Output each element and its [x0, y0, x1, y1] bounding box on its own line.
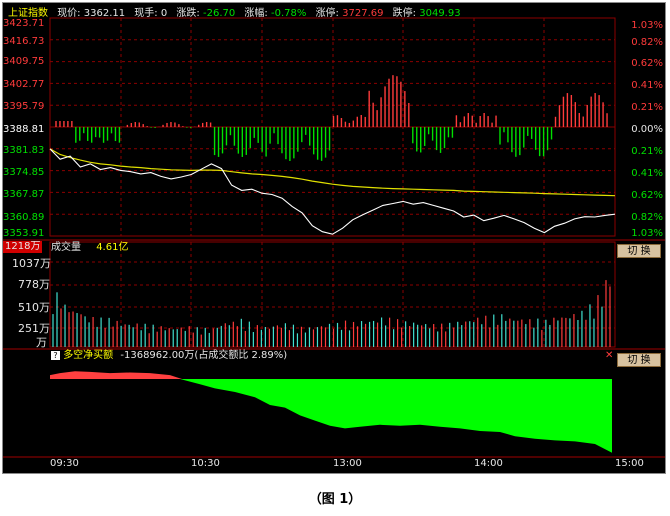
netbuy-title-bar: ? 多空净买额 -1368962.00万(占成交额比 2.89%): [51, 350, 287, 362]
volume-total: 4.61亿: [96, 242, 129, 253]
intraday-chart-canvas: [3, 17, 665, 458]
price-tick-left: 3395.79: [3, 101, 45, 112]
pct-label: 涨幅:: [244, 8, 268, 19]
volume-title: 成交量: [51, 242, 81, 253]
limit-down-label: 跌停:: [392, 8, 417, 19]
pct-tick-right: 0.41%: [631, 80, 663, 91]
time-tick: 09:30: [50, 458, 79, 469]
pct-tick-right: 0.21%: [631, 146, 663, 157]
price-tick-left: 3416.73: [3, 36, 45, 47]
netbuy-value: -1368962.00万(占成交额比 2.89%): [120, 350, 288, 361]
pct-value: -0.78%: [270, 8, 307, 19]
time-tick: 15:00: [615, 458, 644, 469]
pct-tick-right: 0.21%: [631, 102, 663, 113]
price-label: 现价:: [57, 8, 81, 19]
time-tick: 13:00: [333, 458, 362, 469]
limit-up-value: 3727.69: [342, 8, 384, 19]
volume-title-bar: 成交量 4.61亿: [51, 242, 128, 254]
close-icon[interactable]: ✕: [605, 350, 613, 362]
pct-tick-right: 0.00%: [631, 124, 663, 135]
volume-tick: 251万: [18, 322, 50, 335]
price-tick-left: 3409.75: [3, 56, 45, 67]
limit-down-value: 3049.93: [419, 8, 461, 19]
netbuy-title: 多空净买额: [63, 350, 114, 361]
time-tick: 10:30: [191, 458, 220, 469]
price-value: 3362.11: [83, 8, 126, 19]
pct-tick-right: 0.62%: [631, 58, 663, 69]
change-label: 涨跌:: [176, 8, 200, 19]
figure-caption: （图 1）: [308, 492, 362, 507]
volume-max-label: 1218万: [3, 241, 43, 253]
price-tick-left: 3367.87: [3, 189, 45, 200]
price-tick-left: 3381.83: [3, 145, 45, 156]
volume-tick: 1037万: [12, 257, 51, 270]
pct-tick-right: 1.03%: [631, 228, 663, 239]
net-buy-positive-area: [50, 371, 182, 379]
volume-switch-button[interactable]: 切 换: [617, 244, 661, 258]
price-tick-left: 3388.81: [3, 124, 45, 135]
pct-tick-right: 0.62%: [631, 190, 663, 201]
limit-up-label: 涨停:: [315, 8, 339, 19]
change-value: -26.70: [202, 8, 236, 19]
help-icon[interactable]: ?: [51, 351, 60, 360]
time-tick: 14:00: [474, 458, 503, 469]
pct-tick-right: 1.03%: [631, 20, 663, 31]
netbuy-switch-button[interactable]: 切 换: [617, 353, 661, 367]
volume-tick: 万: [36, 336, 47, 349]
pct-tick-right: 0.41%: [631, 168, 663, 179]
price-tick-left: 3360.89: [3, 212, 45, 223]
volume-tick: 778万: [18, 278, 50, 291]
pct-tick-right: 0.82%: [631, 37, 663, 48]
price-tick-left: 3423.71: [3, 18, 45, 29]
price-tick-left: 3402.77: [3, 79, 45, 90]
price-tick-left: 3374.85: [3, 167, 45, 178]
volume-label: 现手:: [134, 8, 158, 19]
volume-tick: 510万: [18, 301, 50, 314]
header-bar: 上证指数 现价: 3362.11 现手: 0 涨跌: -26.70 涨幅: -0…: [8, 8, 461, 20]
price-line: [49, 148, 616, 235]
price-tick-left: 3353.91: [3, 228, 45, 239]
volume-value: 0: [160, 8, 168, 19]
net-buy-negative-area: [180, 379, 612, 453]
pct-tick-right: 0.82%: [631, 212, 663, 223]
